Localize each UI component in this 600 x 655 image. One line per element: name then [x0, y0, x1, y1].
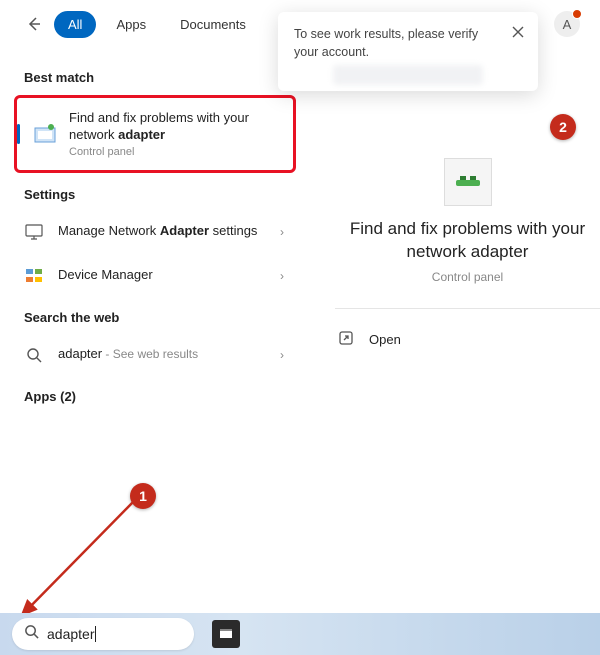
verify-account-notification: To see work results, please verify your …: [278, 12, 538, 91]
account-avatar[interactable]: A: [554, 11, 580, 37]
chevron-right-icon: ›: [274, 269, 290, 283]
search-icon: [20, 341, 48, 369]
open-external-icon: [339, 331, 355, 348]
device-manager-icon: [20, 262, 48, 290]
troubleshooter-icon: [31, 120, 59, 148]
settings-item-network-adapter[interactable]: Manage Network Adapter settings ›: [10, 210, 300, 254]
section-apps[interactable]: Apps (2): [10, 377, 300, 412]
avatar-initial: A: [563, 17, 572, 32]
search-input-value: adapter: [47, 626, 94, 642]
taskbar: adapter: [0, 613, 600, 655]
taskbar-app-icon[interactable]: [212, 620, 240, 648]
best-match-title: Find and fix problems with your network …: [69, 110, 279, 144]
tab-all[interactable]: All: [54, 11, 96, 38]
close-notification-button[interactable]: [508, 22, 528, 42]
web-search-title: adapter - See web results: [58, 346, 274, 363]
blurred-content: [333, 65, 483, 85]
chevron-right-icon: ›: [274, 348, 290, 362]
chevron-right-icon: ›: [274, 225, 290, 239]
preview-title: Find and fix problems with your network …: [335, 218, 600, 264]
best-match-result[interactable]: Find and fix problems with your network …: [21, 102, 289, 166]
annotation-highlight-box: Find and fix problems with your network …: [14, 95, 296, 173]
results-pane: Best match Find and fix problems with yo…: [0, 48, 310, 613]
web-search-item[interactable]: adapter - See web results ›: [10, 333, 300, 377]
notification-text: To see work results, please verify your …: [294, 26, 522, 61]
tab-documents[interactable]: Documents: [166, 11, 260, 38]
back-arrow-icon: [26, 16, 42, 32]
preview-app-icon: [444, 158, 492, 206]
divider: [335, 308, 600, 309]
section-best-match: Best match: [10, 58, 300, 93]
annotation-callout-1: 1: [130, 483, 156, 509]
back-button[interactable]: [20, 10, 48, 38]
notification-badge-icon: [572, 9, 582, 19]
display-settings-icon: [20, 218, 48, 246]
best-match-subtitle: Control panel: [69, 146, 279, 158]
selection-indicator: [17, 124, 20, 144]
taskbar-search-box[interactable]: adapter: [12, 618, 194, 650]
section-settings: Settings: [10, 175, 300, 210]
settings-item-title: Device Manager: [58, 267, 274, 284]
tab-apps[interactable]: Apps: [102, 11, 160, 38]
text-cursor: [95, 626, 96, 642]
settings-item-device-manager[interactable]: Device Manager ›: [10, 254, 300, 298]
close-icon: [512, 26, 524, 38]
settings-item-title: Manage Network Adapter settings: [58, 223, 274, 240]
open-label: Open: [369, 332, 401, 347]
annotation-callout-2: 2: [550, 114, 576, 140]
section-search-web: Search the web: [10, 298, 300, 333]
search-icon: [24, 624, 39, 644]
open-action[interactable]: Open: [335, 321, 600, 358]
preview-subtitle: Control panel: [335, 270, 600, 284]
